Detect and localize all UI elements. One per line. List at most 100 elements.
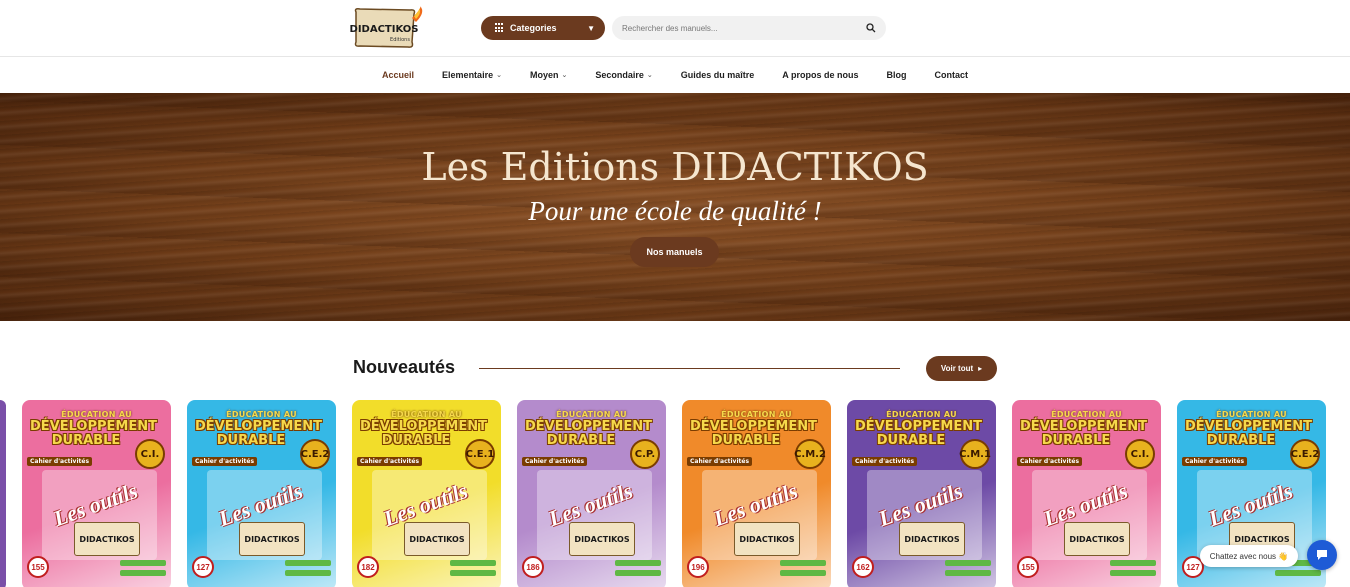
nav-label: Guides du maître xyxy=(680,70,755,80)
book-level-badge: C.M.1 xyxy=(959,439,991,469)
book-cahier-label: Cahier d'activités xyxy=(1017,457,1083,466)
nav-label: Secondaire xyxy=(595,70,644,80)
book-publisher-scroll: DIDACTIKOS xyxy=(1064,522,1130,556)
book-cahier-label: Cahier d'activités xyxy=(192,457,258,466)
nav-label: Moyen xyxy=(529,70,559,80)
book-page-count-badge: 162 xyxy=(852,556,874,578)
nav-item-moyen[interactable]: Moyen ⌄ xyxy=(530,70,567,80)
see-all-button[interactable]: Voir tout ▸ xyxy=(926,356,997,381)
chevron-right-icon: ▸ xyxy=(978,364,983,373)
chat-launcher-button[interactable] xyxy=(1307,540,1337,570)
nav-item-blog[interactable]: Blog xyxy=(886,70,906,80)
book-topline: ÉDUCATION AU xyxy=(1216,410,1287,419)
svg-text:Editions: Editions xyxy=(390,37,410,43)
book-publisher-scroll: DIDACTIKOS xyxy=(239,522,305,556)
book-green-band xyxy=(120,570,166,576)
book-level-badge: C.E.2 xyxy=(1290,439,1320,469)
book-publisher-scroll: DIDACTIKOS xyxy=(404,522,470,556)
book-green-band xyxy=(120,560,166,566)
book-cahier-label: Cahier d'activités xyxy=(522,457,588,466)
search-icon[interactable] xyxy=(866,23,876,33)
nav-item-elementaire[interactable]: Elementaire ⌄ xyxy=(442,70,502,80)
book-card[interactable]: ÉDUCATION AU DÉVELOPPEMENT DURABLE C.M.2 Cah… xyxy=(682,400,831,587)
book-green-band xyxy=(780,570,826,576)
our-books-button[interactable]: Nos manuels xyxy=(630,237,719,267)
book-topline: ÉDUCATION AU xyxy=(721,410,792,419)
hero-title: Les Editions DIDACTIKOS xyxy=(421,145,929,189)
book-page-count-badge: 155 xyxy=(27,556,49,578)
book-cahier-label: Cahier d'activités xyxy=(357,457,423,466)
book-topline: ÉDUCATION AU xyxy=(1051,410,1122,419)
book-level-badge: C.I. xyxy=(1125,439,1155,469)
main-nav: Accueil Elementaire ⌄ Moyen ⌄ Secondaire ⌄ … xyxy=(0,57,1350,93)
book-title: DÉVELOPPEMENT DURABLE xyxy=(360,419,487,448)
book-card[interactable]: ÉDUCATION AU DÉVELOPPEMENT DURABLE C.E.1 Cah… xyxy=(352,400,501,587)
book-page-count-badge: 186 xyxy=(522,556,544,578)
see-all-label: Voir tout xyxy=(940,364,974,373)
nav-item-guides[interactable]: Guides du maître xyxy=(681,70,755,80)
book-title: DÉVELOPPEMENT DURABLE xyxy=(690,419,817,448)
categories-label: Categories xyxy=(510,23,557,33)
nav-item-about[interactable]: A propos de nous xyxy=(782,70,858,80)
nav-label: Blog xyxy=(886,70,907,80)
search-bar xyxy=(612,16,886,40)
book-level-badge: C.E.2 xyxy=(300,439,330,469)
book-page-count-badge: 196 xyxy=(687,556,709,578)
book-publisher-scroll: DIDACTIKOS xyxy=(899,522,965,556)
chat-icon xyxy=(1317,550,1327,560)
hero-banner: Les Editions DIDACTIKOS Pour une école d… xyxy=(0,93,1350,321)
book-card[interactable]: ÉDUCATION AU DÉVELOPPEMENT DURABLE C.E.2 Cah… xyxy=(187,400,336,587)
section-title: Nouveautés xyxy=(353,357,456,377)
book-green-band xyxy=(285,560,331,566)
chevron-down-icon: ⌄ xyxy=(646,72,653,79)
book-topline: ÉDUCATION AU xyxy=(61,410,132,419)
book-level-badge: C.M.2 xyxy=(794,439,826,469)
book-level-badge: C.P. xyxy=(630,439,660,469)
chat-greeting[interactable]: Chattez avec nous 👋 xyxy=(1200,545,1298,567)
book-level-badge: C.I. xyxy=(135,439,165,469)
book-level-badge: C.E.1 xyxy=(465,439,495,469)
book-title: DÉVELOPPEMENT DURABLE xyxy=(195,419,322,448)
chevron-down-icon: ⌄ xyxy=(561,72,568,79)
book-cahier-label: Cahier d'activités xyxy=(852,457,918,466)
categories-button[interactable]: Categories ▼ xyxy=(481,16,605,40)
book-title: DÉVELOPPEMENT DURABLE xyxy=(30,419,157,448)
book-title: DÉVELOPPEMENT DURABLE xyxy=(1020,419,1147,448)
site-logo[interactable]: DIDACTIKOS Editions xyxy=(350,4,430,52)
book-green-band xyxy=(615,560,661,566)
nav-label: A propos de nous xyxy=(782,70,859,80)
book-cahier-label: Cahier d'activités xyxy=(1182,457,1248,466)
book-card[interactable]: ÉDUCATION AU DÉVELOPPEMENT DURABLE C.I. Cahi… xyxy=(22,400,171,587)
nav-item-accueil[interactable]: Accueil xyxy=(382,70,414,80)
book-green-band xyxy=(450,570,496,576)
book-green-band xyxy=(1275,570,1321,576)
grid-icon xyxy=(495,23,505,33)
book-publisher-scroll: DIDACTIKOS xyxy=(74,522,140,556)
logo-text: DIDACTIKOS xyxy=(350,24,418,35)
chevron-down-icon: ▼ xyxy=(587,23,595,33)
book-title: DÉVELOPPEMENT DURABLE xyxy=(1185,419,1312,448)
book-publisher-scroll: DIDACTIKOS xyxy=(569,522,635,556)
book-topline: ÉDUCATION AU xyxy=(886,410,957,419)
book-title: DÉVELOPPEMENT DURABLE xyxy=(525,419,652,448)
nav-label: Accueil xyxy=(382,70,415,80)
book-green-band xyxy=(1110,560,1156,566)
nav-label: Elementaire xyxy=(442,70,494,80)
book-publisher-scroll: DIDACTIKOS xyxy=(734,522,800,556)
books-carousel: ÉDUCATION AU DÉVELOPPEMENT DURABLE C.I. Cahi… xyxy=(0,400,1350,587)
nav-item-secondaire[interactable]: Secondaire ⌄ xyxy=(595,70,652,80)
book-card[interactable]: ÉDUCATION AU DÉVELOPPEMENT DURABLE C.I. Cahi… xyxy=(1012,400,1161,587)
hero-subtitle: Pour une école de qualité ! xyxy=(528,196,822,226)
book-topline: ÉDUCATION AU xyxy=(556,410,627,419)
book-page-count-badge: 127 xyxy=(192,556,214,578)
book-card[interactable]: ÉDUCATION AU DÉVELOPPEMENT DURABLE C.M.1 Cah… xyxy=(847,400,996,587)
book-title: DÉVELOPPEMENT DURABLE xyxy=(855,419,982,448)
top-header: DIDACTIKOS Editions Categories ▼ xyxy=(0,0,1350,57)
nav-label: Contact xyxy=(934,70,968,80)
search-input[interactable] xyxy=(622,23,866,33)
nav-item-contact[interactable]: Contact xyxy=(934,70,968,80)
book-green-band xyxy=(945,560,991,566)
book-card[interactable]: ÉDUCATION AU DÉVELOPPEMENT DURABLE C.P. Cahi… xyxy=(517,400,666,587)
book-cahier-label: Cahier d'activités xyxy=(687,457,753,466)
book-green-band xyxy=(1110,570,1156,576)
